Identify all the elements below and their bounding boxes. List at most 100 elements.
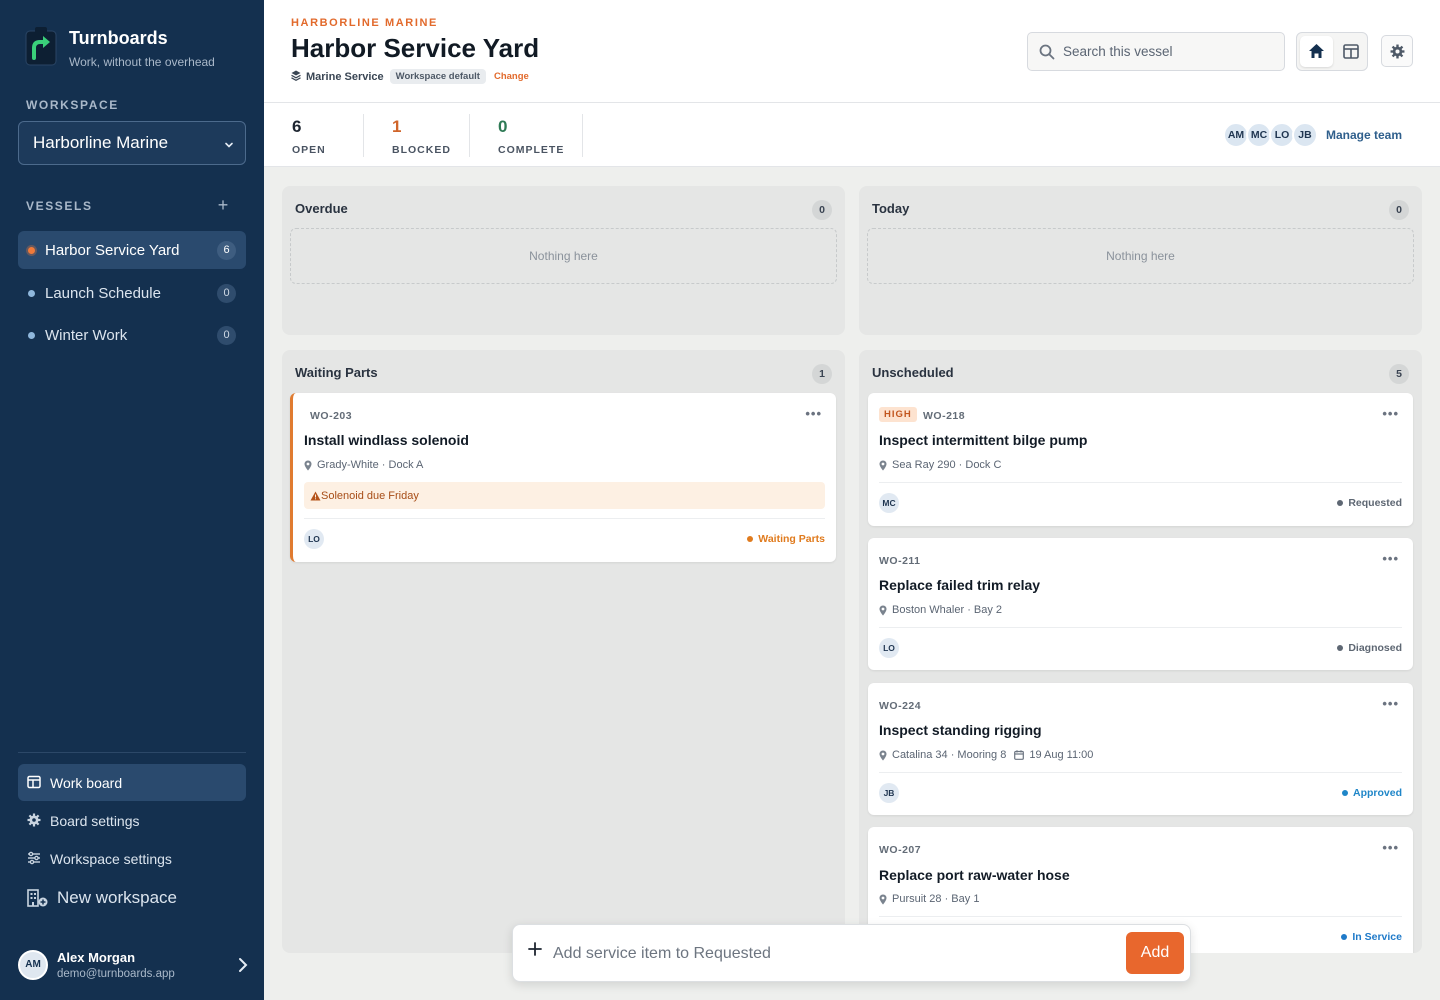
column-today: Today 0 Nothing here (859, 186, 1422, 335)
board-view-button[interactable] (1335, 36, 1366, 67)
more-options-icon[interactable]: ••• (1382, 551, 1399, 566)
vessel-label: Launch Schedule (45, 284, 161, 302)
user-name: Alex Morgan (57, 950, 136, 965)
location-pin-icon (879, 750, 887, 760)
stat-divider (582, 114, 583, 157)
vessel-item-winter-work[interactable]: Winter Work 0 (18, 316, 246, 354)
calendar-icon (1014, 750, 1025, 760)
workspace-select[interactable]: Harborline Marine (18, 121, 246, 165)
column-title: Unscheduled (872, 365, 954, 380)
location-pin-icon (879, 605, 887, 615)
add-button[interactable]: Add (1126, 932, 1184, 974)
location-text: Boston Whaler · Bay 2 (892, 604, 1003, 616)
search-input[interactable]: Search this vessel (1027, 32, 1285, 71)
more-options-icon[interactable]: ••• (1382, 840, 1399, 855)
nav-label: Workspace settings (50, 850, 172, 867)
user-profile[interactable]: AM Alex Morgan demo@turnboards.app (18, 946, 250, 986)
status-dot (1341, 790, 1348, 796)
avatar: AM (18, 950, 48, 980)
work-order-code: WO-218 (923, 410, 966, 422)
vessel-count-badge: 6 (217, 241, 236, 260)
work-order-code: WO-207 (879, 844, 922, 856)
add-service-item-input[interactable]: Add service item to Requested (553, 945, 771, 963)
work-order-title: Replace failed trim relay (879, 577, 1041, 593)
location-pin-icon (879, 460, 887, 470)
work-order-title: Install windlass solenoid (304, 432, 469, 448)
search-placeholder: Search this vessel (1063, 44, 1173, 59)
card-divider (879, 772, 1402, 773)
stat-value: 0 (498, 117, 508, 136)
sidebar-divider (18, 752, 246, 753)
work-order-title: Inspect intermittent bilge pump (879, 432, 1088, 448)
add-vessel-button[interactable]: + (214, 196, 232, 214)
empty-state: Nothing here (867, 228, 1414, 284)
stat-label: COMPLETE (498, 144, 565, 156)
column-title: Waiting Parts (295, 365, 378, 380)
avatar: JB (1292, 122, 1318, 148)
work-order-location: Sea Ray 290 · Dock C (879, 459, 1001, 471)
app-tagline: Work, without the overhead (69, 55, 215, 69)
add-service-item-bar: Add service item to Requested Add (512, 924, 1191, 982)
status-dot (1337, 645, 1344, 651)
stat-value: 1 (392, 117, 402, 136)
stat-divider (363, 114, 364, 157)
page-header: HARBORLINE MARINE Harbor Service Yard Ma… (264, 0, 1440, 103)
avatar: JB (879, 783, 899, 803)
app-name: Turnboards (69, 28, 168, 48)
turnboards-logo-icon (25, 26, 57, 66)
location-pin-icon (879, 894, 887, 904)
chevron-down-icon (223, 136, 235, 156)
settings-button[interactable] (1381, 35, 1413, 67)
work-order-code: WO-203 (310, 410, 353, 422)
nav-workspace-settings[interactable]: Workspace settings (18, 840, 246, 877)
view-toggle (1296, 32, 1368, 71)
sliders-icon (27, 851, 41, 865)
gear-icon (1390, 44, 1405, 59)
nav-work-board[interactable]: Work board (18, 764, 246, 801)
vessel-item-harbor-service-yard[interactable]: Harbor Service Yard 6 (18, 231, 246, 269)
columns-icon (1343, 44, 1359, 59)
column-title: Overdue (295, 201, 348, 216)
work-order-code: WO-211 (879, 555, 921, 567)
chevron-right-icon (236, 956, 250, 979)
due-date: 19 Aug 11:00 (1014, 749, 1093, 761)
status-text: Approved (1352, 787, 1402, 799)
work-order-card[interactable]: WO-224 ••• Inspect standing rigging Cata… (868, 683, 1413, 815)
board-icon (27, 775, 41, 789)
status-text: In Service (1352, 931, 1402, 943)
column-count: 0 (1389, 200, 1409, 220)
column-unscheduled: Unscheduled 5 HIGH WO-218 ••• Inspect in… (859, 350, 1422, 953)
work-order-card[interactable]: WO-211 ••• Replace failed trim relay Bos… (868, 538, 1413, 670)
more-options-icon[interactable]: ••• (1382, 406, 1399, 421)
stat-label: BLOCKED (392, 144, 451, 156)
column-overdue: Overdue 0 Nothing here (282, 186, 845, 335)
more-options-icon[interactable]: ••• (805, 406, 822, 421)
plus-icon (528, 942, 542, 961)
more-options-icon[interactable]: ••• (1382, 696, 1399, 711)
nav-board-settings[interactable]: Board settings (18, 802, 246, 839)
work-order-title: Inspect standing rigging (879, 722, 1042, 738)
vessel-status-dot (28, 290, 35, 297)
work-order-location: Catalina 34 · Mooring 8 19 Aug 11:00 (879, 749, 1093, 761)
search-icon (1039, 44, 1055, 63)
nav-new-workspace[interactable]: New workspace (18, 879, 246, 916)
change-link[interactable]: Change (494, 71, 529, 82)
gear-icon (27, 813, 41, 827)
work-order-card[interactable]: HIGH WO-218 ••• Inspect intermittent bil… (868, 393, 1413, 526)
home-view-button[interactable] (1300, 36, 1333, 67)
status-dot (1337, 500, 1344, 506)
card-divider (304, 518, 825, 519)
due-date-text: 19 Aug 11:00 (1029, 749, 1094, 761)
location-text: Catalina 34 · Mooring 8 (892, 749, 1007, 761)
work-order-location: Boston Whaler · Bay 2 (879, 604, 1002, 616)
vessel-item-launch-schedule[interactable]: Launch Schedule 0 (18, 274, 246, 312)
vessel-count-badge: 0 (217, 284, 236, 303)
vessel-count-badge: 0 (217, 326, 236, 345)
status-text: Requested (1348, 497, 1402, 509)
column-waiting-parts: Waiting Parts 1 WO-203 ••• Install windl… (282, 350, 845, 953)
board-meta: Marine Service Workspace default Change (291, 69, 529, 84)
work-order-card[interactable]: WO-203 ••• Install windlass solenoid Gra… (290, 393, 836, 562)
team-avatars[interactable]: AM MC LO JB (1223, 122, 1318, 148)
manage-team-link[interactable]: Manage team (1326, 128, 1402, 142)
column-title: Today (872, 201, 910, 216)
